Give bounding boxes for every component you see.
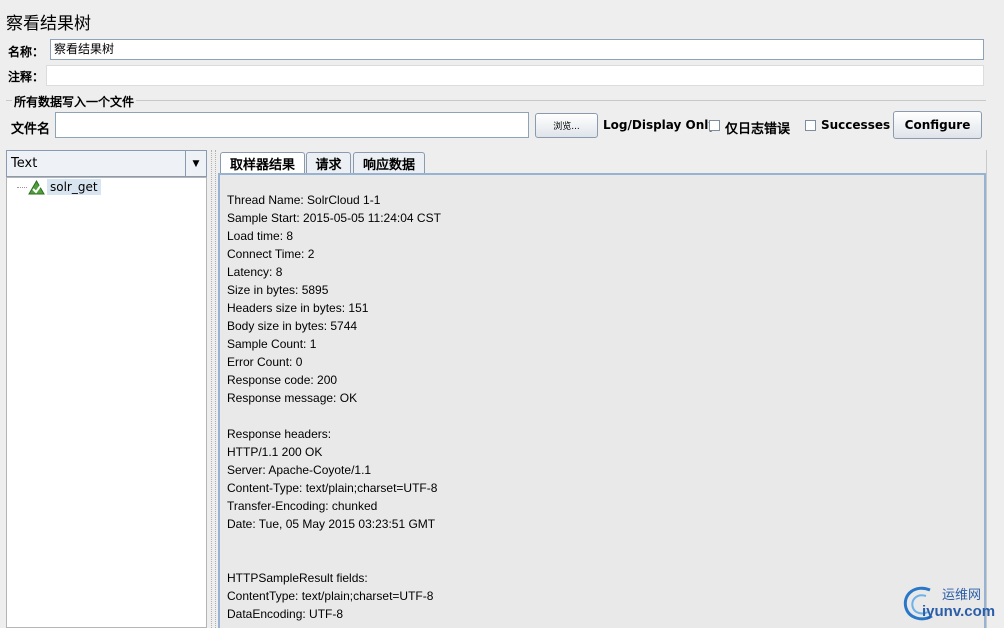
result-line: DataEncoding: UTF-8 <box>227 607 344 621</box>
result-line <box>227 551 441 569</box>
result-line: Sample Start: 2015-05-05 11:24:04 CST <box>227 211 441 225</box>
page-title: 察看结果树 <box>6 14 91 34</box>
result-line: Latency: 8 <box>227 265 283 279</box>
result-line: Connect Time: 2 <box>227 247 315 261</box>
result-line: Headers size in bytes: 151 <box>227 301 369 315</box>
name-field[interactable]: 察看结果树 <box>50 39 984 60</box>
renderer-select[interactable]: Text ▼ <box>6 150 207 177</box>
result-line: HTTPSampleResult fields: <box>227 571 368 585</box>
watermark-en: iyunv.com <box>922 603 996 620</box>
log-display-label: Log/Display Only: <box>603 118 721 132</box>
tab-request[interactable]: 请求 <box>306 152 351 173</box>
file-name-input[interactable] <box>55 112 529 138</box>
watermark-logo: 运维网 iyunv.com <box>900 580 1002 626</box>
result-line: Response headers: <box>227 427 332 441</box>
sampler-result-panel: Thread Name: SolrCloud 1-1 Sample Start: … <box>218 173 986 628</box>
result-line: Response code: 200 <box>227 373 338 387</box>
result-line: Load time: 8 <box>227 229 294 243</box>
file-section-border <box>6 100 986 101</box>
right-scrollbar[interactable] <box>986 150 1001 628</box>
result-line: Date: Tue, 05 May 2015 03:23:51 GMT <box>227 517 436 531</box>
panel-splitter[interactable] <box>211 150 216 628</box>
successes-label: Successes <box>821 118 891 132</box>
file-section-title: 所有数据写入一个文件 <box>12 93 137 110</box>
comment-field[interactable] <box>46 65 984 86</box>
result-line: Server: Apache-Coyote/1.1 <box>227 463 372 477</box>
result-line: Error Count: 0 <box>227 355 303 369</box>
result-line: Body size in bytes: 5744 <box>227 319 358 333</box>
errors-only-label: 仅日志错误 <box>725 122 791 137</box>
tab-sampler-result[interactable]: 取样器结果 <box>220 152 305 173</box>
watermark-cn: 运维网 <box>942 587 982 602</box>
result-line: Response message: OK <box>227 391 358 405</box>
errors-only-checkbox[interactable] <box>709 120 720 131</box>
comment-label: 注释： <box>8 70 45 84</box>
result-line <box>227 533 441 551</box>
tree-item-solr-get[interactable]: solr_get <box>47 179 101 195</box>
result-line: ContentType: text/plain;charset=UTF-8 <box>227 589 434 603</box>
sampler-result-text: Thread Name: SolrCloud 1-1 Sample Start: … <box>227 191 441 623</box>
chevron-down-icon[interactable]: ▼ <box>185 151 206 176</box>
sampler-success-icon <box>28 180 45 195</box>
name-label: 名称： <box>8 45 45 59</box>
result-line: HTTP/1.1 200 OK <box>227 445 323 459</box>
result-line: Content-Type: text/plain;charset=UTF-8 <box>227 481 438 495</box>
results-tree: solr_get <box>6 177 207 628</box>
successes-checkbox[interactable] <box>805 120 816 131</box>
result-line: Thread Name: SolrCloud 1-1 <box>227 193 381 207</box>
tree-connector <box>17 187 27 188</box>
file-name-label: 文件名 <box>11 122 51 137</box>
result-line: Sample Count: 1 <box>227 337 317 351</box>
result-line: Size in bytes: 5895 <box>227 283 329 297</box>
result-line <box>227 407 441 425</box>
tab-response-data[interactable]: 响应数据 <box>353 152 425 173</box>
browse-button[interactable]: 浏览... <box>535 113 598 138</box>
renderer-selected-value: Text <box>11 156 38 171</box>
result-line: Transfer-Encoding: chunked <box>227 499 378 513</box>
configure-button[interactable]: Configure <box>893 111 982 139</box>
